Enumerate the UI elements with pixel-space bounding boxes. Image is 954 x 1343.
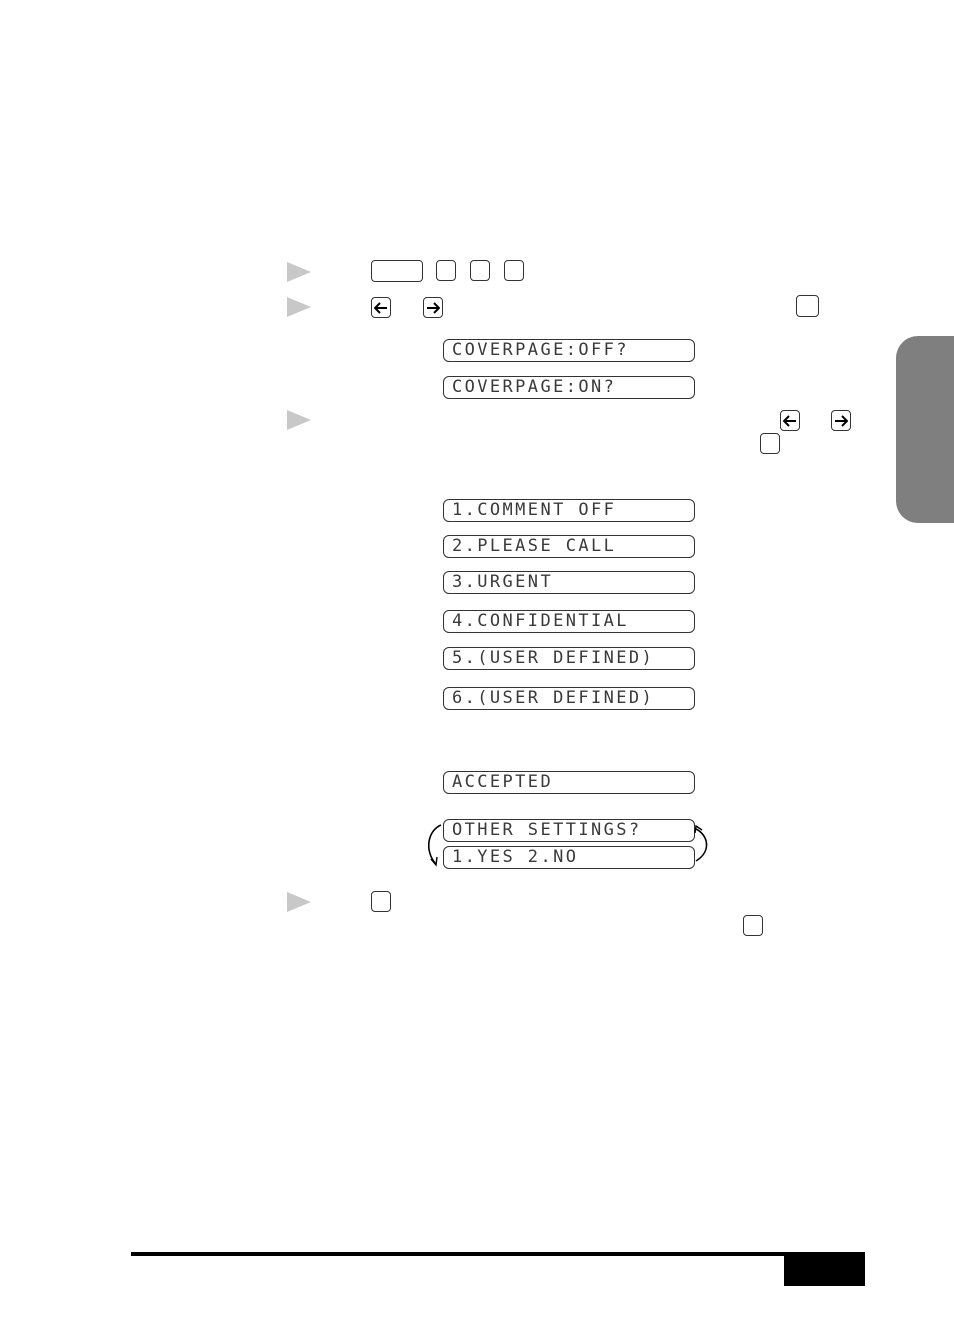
step-marker-icon (287, 262, 311, 282)
cycle-right-arrow-icon (694, 824, 708, 862)
step-marker-icon (287, 410, 311, 430)
digit-key[interactable] (436, 260, 456, 281)
arrow-right-icon (427, 301, 440, 314)
cycle-left-arrow-icon (428, 824, 442, 867)
right-arrow-key[interactable] (423, 297, 443, 318)
lcd-display: COVERPAGE:ON? (443, 376, 695, 399)
set-key[interactable] (796, 295, 819, 317)
lcd-comment-option: 5.(USER DEFINED) (443, 647, 695, 670)
function-key[interactable] (371, 260, 423, 282)
lcd-accepted: ACCEPTED (443, 771, 695, 794)
lcd-display: COVERPAGE:OFF? (443, 339, 695, 362)
arrow-right-icon (835, 414, 848, 427)
step-marker-icon (287, 892, 311, 912)
digit-key[interactable] (371, 891, 391, 912)
lcd-comment-option: 2.PLEASE CALL (443, 535, 695, 558)
footer-rule (131, 1252, 865, 1256)
left-arrow-key[interactable] (780, 410, 800, 431)
lcd-other-settings: OTHER SETTINGS? (443, 819, 695, 842)
arrow-left-icon (374, 301, 387, 314)
lcd-comment-option: 4.CONFIDENTIAL (443, 610, 695, 633)
left-arrow-key[interactable] (371, 297, 391, 318)
stop-key[interactable] (743, 915, 763, 936)
digit-key[interactable] (470, 260, 490, 281)
set-key[interactable] (760, 433, 780, 454)
page-number-block (784, 1254, 865, 1286)
lcd-comment-option: 6.(USER DEFINED) (443, 687, 695, 710)
lcd-comment-option: 1.COMMENT OFF (443, 499, 695, 522)
step-marker-icon (287, 297, 311, 317)
section-tab (896, 336, 954, 523)
arrow-left-icon (783, 414, 796, 427)
lcd-comment-option: 3.URGENT (443, 571, 695, 594)
right-arrow-key[interactable] (831, 410, 851, 431)
lcd-yes-no: 1.YES 2.NO (443, 846, 695, 869)
digit-key[interactable] (504, 260, 524, 281)
